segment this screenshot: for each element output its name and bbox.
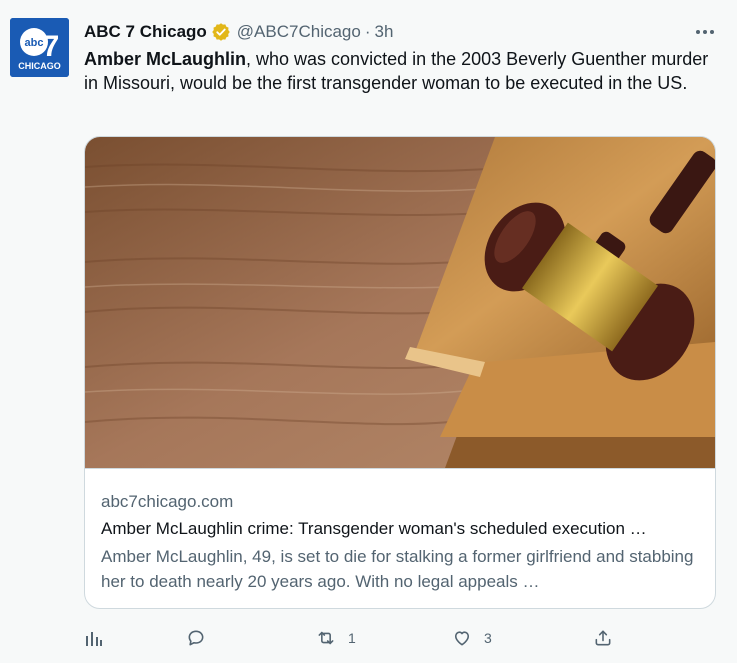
verified-badge-icon <box>211 22 231 42</box>
retweet-count: 1 <box>348 630 356 646</box>
header-separator: · <box>364 22 371 41</box>
gavel-photo <box>85 137 715 468</box>
tweet-text: Amber McLaughlin, who was convicted in t… <box>84 47 724 95</box>
tweet-timestamp[interactable]: 3h <box>375 21 394 43</box>
tweet-actions: 1 3 <box>84 624 724 654</box>
retweet-icon <box>316 628 336 648</box>
card-image <box>85 137 715 469</box>
tweet-text-bold: Amber McLaughlin <box>84 49 247 69</box>
author-handle[interactable]: @ABC7Chicago <box>237 21 361 43</box>
link-card[interactable]: abc7chicago.com Amber McLaughlin crime: … <box>84 136 716 609</box>
tweet-header: ABC 7 Chicago @ABC7Chicago · 3h <box>84 21 393 43</box>
avatar-logo-7: 7 <box>43 30 60 63</box>
retweet-button[interactable]: 1 <box>316 624 356 652</box>
avatar-logo-chicago: CHICAGO <box>18 61 61 71</box>
reply-button[interactable] <box>186 624 206 652</box>
tweet[interactable]: abc 7 CHICAGO ABC 7 Chicago @ABC7Chicago… <box>0 0 737 663</box>
share-button[interactable] <box>593 624 613 652</box>
share-icon <box>593 628 613 648</box>
card-title: Amber McLaughlin crime: Transgender woma… <box>101 519 647 538</box>
abc7-logo: abc 7 CHICAGO <box>10 18 69 77</box>
like-icon <box>452 628 472 648</box>
card-description: Amber McLaughlin, 49, is set to die for … <box>101 547 694 591</box>
analytics-button[interactable] <box>84 624 104 652</box>
reply-icon <box>186 628 206 648</box>
avatar-logo-abc: abc <box>25 37 44 49</box>
analytics-icon <box>84 628 104 648</box>
avatar[interactable]: abc 7 CHICAGO <box>10 18 69 77</box>
card-domain: abc7chicago.com <box>101 492 234 511</box>
more-icon[interactable] <box>694 22 716 42</box>
like-count: 3 <box>484 630 492 646</box>
author-name[interactable]: ABC 7 Chicago <box>84 21 207 43</box>
like-button[interactable]: 3 <box>452 624 492 652</box>
